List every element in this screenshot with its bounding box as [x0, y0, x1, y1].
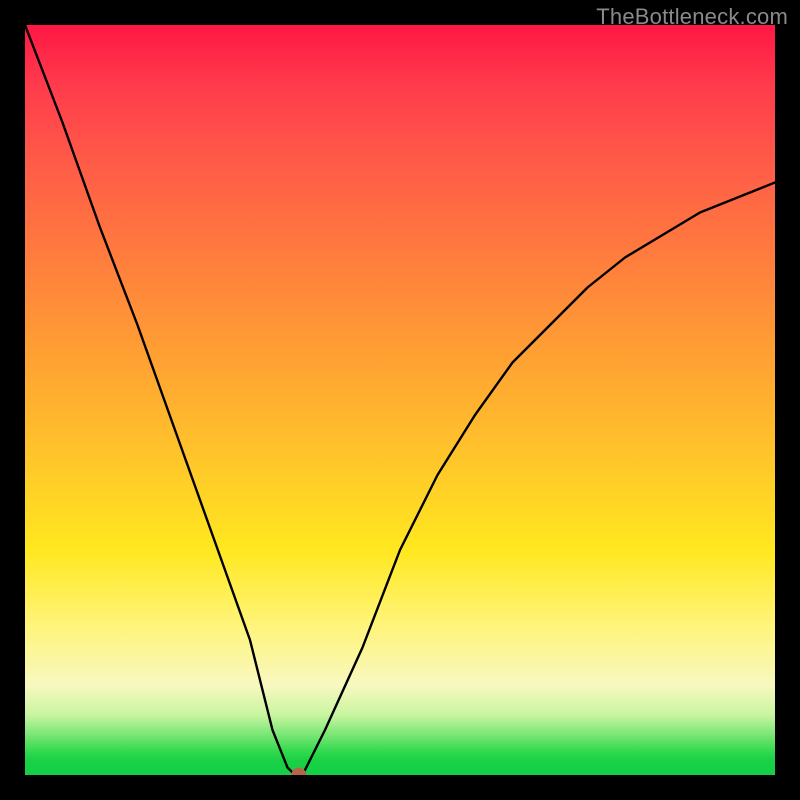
- chart-frame: TheBottleneck.com: [0, 0, 800, 800]
- bottleneck-curve-path: [25, 25, 775, 775]
- minimum-marker: [291, 768, 306, 776]
- watermark-text: TheBottleneck.com: [596, 4, 788, 30]
- bottleneck-curve-svg: [25, 25, 775, 775]
